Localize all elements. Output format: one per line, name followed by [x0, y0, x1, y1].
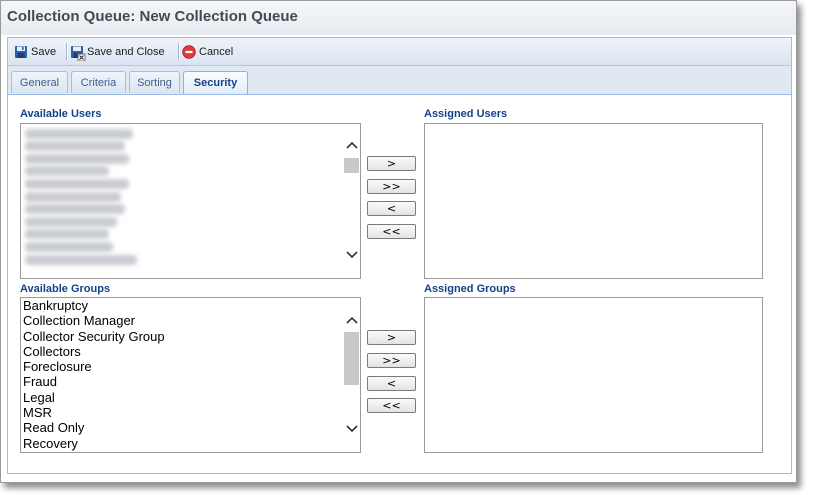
collection-queue-window: Collection Queue: New Collection Queue S…	[0, 0, 797, 483]
vertical-scrollbar[interactable]	[343, 298, 360, 452]
list-item[interactable]	[25, 204, 125, 215]
add-all-users-button[interactable]: >>	[367, 179, 416, 194]
save-and-close-button[interactable]: Save and Close	[70, 42, 165, 61]
list-item[interactable]: Collector Security Group	[23, 329, 342, 344]
list-item[interactable]	[25, 216, 117, 227]
list-item[interactable]	[25, 166, 109, 177]
scroll-thumb[interactable]	[344, 158, 359, 173]
cancel-button[interactable]: Cancel	[182, 42, 233, 61]
scroll-down-icon[interactable]	[343, 420, 360, 437]
add-all-groups-button[interactable]: >>	[367, 353, 416, 368]
list-item[interactable]	[25, 241, 113, 252]
title-bar: Collection Queue: New Collection Queue	[1, 1, 796, 35]
window-title: Collection Queue: New Collection Queue	[7, 8, 298, 25]
list-item[interactable]	[25, 229, 109, 240]
redacted-user-entries	[23, 126, 342, 267]
toolbar-divider	[66, 43, 68, 60]
save-and-close-label: Save and Close	[87, 45, 165, 58]
list-item[interactable]	[25, 153, 129, 164]
available-groups-list[interactable]: Bankruptcy Collection Manager Collector …	[20, 297, 361, 453]
available-users-list[interactable]	[20, 123, 361, 279]
save-label: Save	[31, 45, 57, 58]
add-selected-group-button[interactable]: >	[367, 330, 416, 345]
remove-selected-user-button[interactable]: <	[367, 201, 416, 216]
remove-all-users-button[interactable]: <<	[367, 224, 416, 239]
list-item[interactable]: Recovery	[23, 436, 342, 451]
list-item[interactable]: Bankruptcy	[23, 298, 342, 313]
list-item[interactable]: Legal	[23, 390, 342, 405]
remove-all-groups-button[interactable]: <<	[367, 398, 416, 413]
save-button[interactable]: Save	[14, 42, 56, 61]
tab-general[interactable]: General	[11, 71, 68, 93]
form-panel: Save Save and Close Cancel General Crite…	[7, 37, 792, 474]
add-selected-user-button[interactable]: >	[367, 156, 416, 171]
list-item[interactable]	[25, 191, 121, 202]
scroll-thumb[interactable]	[344, 332, 359, 385]
list-item[interactable]: Collectors	[23, 344, 342, 359]
scroll-down-icon[interactable]	[343, 246, 360, 263]
assigned-users-list[interactable]	[424, 123, 763, 279]
toolbar-divider	[178, 43, 180, 60]
cancel-icon	[182, 44, 196, 59]
list-item[interactable]	[25, 128, 133, 139]
tab-strip: General Criteria Sorting Security	[8, 66, 791, 95]
scroll-up-icon[interactable]	[343, 136, 360, 153]
tab-sorting[interactable]: Sorting	[129, 71, 180, 93]
list-item[interactable]	[25, 254, 137, 265]
remove-selected-group-button[interactable]: <	[367, 376, 416, 391]
vertical-scrollbar[interactable]	[343, 124, 360, 278]
assigned-users-label: Assigned Users	[424, 108, 508, 120]
tab-criteria[interactable]: Criteria	[71, 71, 126, 93]
available-groups-label: Available Groups	[20, 283, 111, 295]
assigned-groups-list[interactable]	[424, 297, 763, 453]
scroll-up-icon[interactable]	[343, 311, 360, 328]
security-tab-content: Available Users > >> < << Assigned Users…	[8, 95, 791, 473]
cancel-label: Cancel	[199, 45, 234, 58]
list-item[interactable]: Collection Manager	[23, 313, 342, 328]
toolbar: Save Save and Close Cancel	[8, 38, 791, 66]
list-item[interactable]: Read Only	[23, 420, 342, 435]
list-item[interactable]	[25, 141, 125, 152]
available-groups-items: Bankruptcy Collection Manager Collector …	[23, 298, 342, 451]
list-item[interactable]	[25, 178, 129, 189]
floppy-disk-icon	[14, 45, 28, 59]
list-item[interactable]: Fraud	[23, 374, 342, 389]
assigned-groups-label: Assigned Groups	[424, 283, 516, 295]
list-item[interactable]: Foreclosure	[23, 359, 342, 374]
available-users-label: Available Users	[20, 108, 102, 120]
tab-security[interactable]: Security	[183, 71, 248, 94]
save-and-close-icon	[70, 45, 86, 61]
list-item[interactable]: MSR	[23, 405, 342, 420]
